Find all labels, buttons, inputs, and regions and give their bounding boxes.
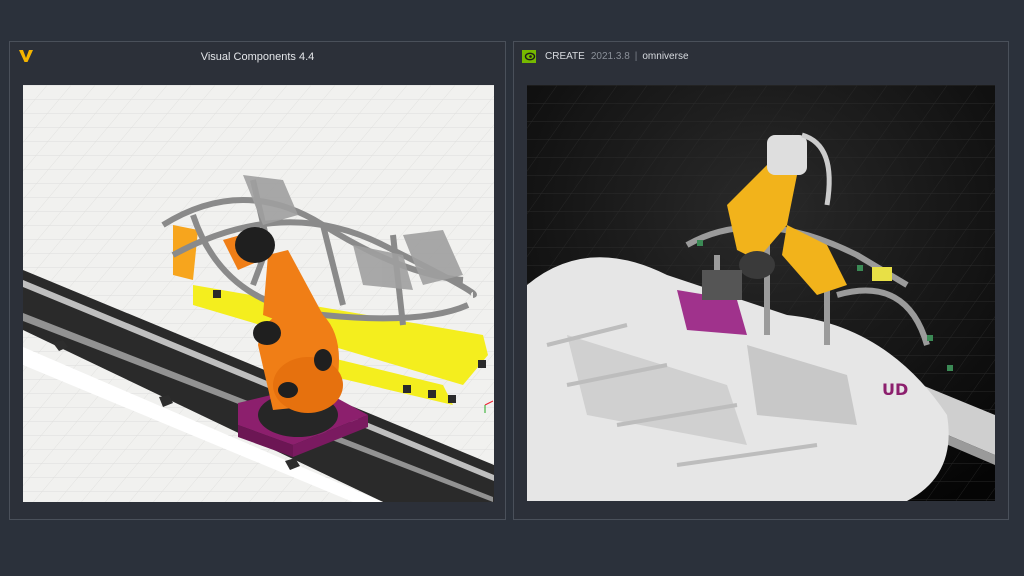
nvidia-logo-icon (522, 50, 536, 63)
title-bar: Visual Components 4.4 (10, 42, 505, 72)
omniverse-create-window: CREATE 2021.3.8 | omniverse UD (513, 41, 1009, 520)
factory-scene (23, 85, 494, 502)
window-title: Visual Components 4.4 (200, 51, 315, 63)
visual-components-window: Visual Components 4.4 (9, 41, 506, 520)
app-version: 2021.3.8 (590, 51, 630, 62)
title-bar: CREATE 2021.3.8 | omniverse (514, 42, 1008, 72)
title-separator: | (634, 51, 638, 62)
partial-logo: UD (882, 380, 908, 399)
app-name: CREATE (545, 51, 585, 62)
window-title: CREATE 2021.3.8 | omniverse (545, 51, 689, 62)
3d-viewport[interactable]: UD (527, 85, 995, 501)
3d-viewport[interactable] (23, 85, 494, 502)
factory-scene: UD (527, 85, 995, 501)
platform-name: omniverse (642, 51, 689, 62)
svg-text:UD: UD (882, 380, 908, 399)
